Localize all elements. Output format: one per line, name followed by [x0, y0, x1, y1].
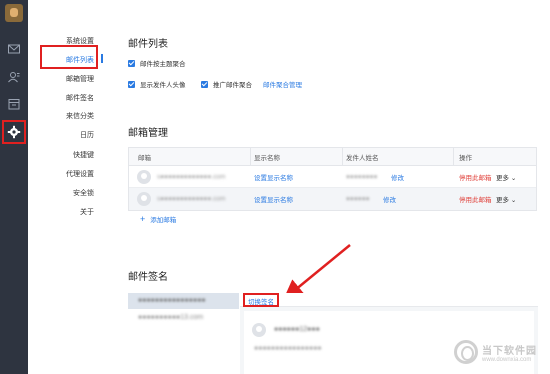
menu-item-mailbox-mgmt[interactable]: 邮箱管理 [66, 74, 94, 84]
avatar[interactable] [5, 4, 23, 22]
watermark: 当下软件园 www.downxia.com [454, 334, 546, 370]
edit-sender-link[interactable]: 修改 [391, 172, 404, 182]
row-sender-name: ●●●●●● [346, 195, 370, 203]
avatar [137, 170, 151, 184]
merge-by-subject-option[interactable]: 邮件按主题聚合 [128, 58, 186, 68]
promo-aggregation-label: 推广邮件聚合 [213, 82, 252, 89]
watermark-url: www.downxia.com [482, 356, 532, 363]
watermark-logo-icon [454, 340, 478, 364]
chevron-down-icon: ⌄ [510, 197, 517, 204]
signature-name: ●●●●●●12●●● [274, 326, 320, 333]
set-display-name-link[interactable]: 设置显示名称 [254, 194, 293, 204]
menu-item-security-lock[interactable]: 安全锁 [73, 188, 94, 198]
checkbox-checked-icon[interactable] [128, 80, 135, 88]
row-email: s●●●●●●●●●●●●●.com [157, 195, 226, 203]
merge-by-subject-label: 邮件按主题聚合 [140, 61, 186, 68]
table-header: 邮箱 显示名称 发件人姓名 操作 [129, 148, 536, 166]
set-display-name-link[interactable]: 设置显示名称 [254, 172, 293, 182]
menu-item-signature[interactable]: 邮件签名 [66, 93, 94, 103]
avatar [137, 192, 151, 206]
signature-line: ●●●●●●●●●●●●●●●● [254, 345, 322, 352]
chevron-down-icon: ⌄ [510, 174, 517, 182]
col-sender-name: 发件人姓名 [346, 154, 379, 162]
signature-list-item[interactable]: ●●●●●●●●●●13.com [138, 314, 203, 321]
highlight-box-switch-signature [243, 293, 279, 307]
show-sender-avatar-label: 显示发件人头像 [140, 82, 186, 89]
more-dropdown[interactable]: 更多 ⌄ [496, 194, 516, 204]
mailbox-table: 邮箱 显示名称 发件人姓名 操作 s●●●●●●●●●●●●●.com 设置显示… [128, 147, 537, 211]
col-display-name: 显示名称 [254, 154, 280, 162]
signature-title: 邮件签名 [128, 272, 168, 283]
checkbox-checked-icon[interactable] [128, 59, 135, 67]
more-dropdown[interactable]: 更多 ⌄ [496, 172, 516, 182]
table-row: s●●●●●●●●●●●●●.com 设置显示名称 ●●●●●● 修改 停用此邮… [129, 188, 536, 210]
menu-item-about[interactable]: 关于 [80, 207, 94, 217]
menu-item-mail-category[interactable]: 来信分类 [66, 111, 94, 121]
highlight-box-mail-list [40, 45, 98, 69]
calendar-icon[interactable] [7, 97, 21, 111]
row-email: s●●●●●●●●●●●●●.com [157, 173, 226, 180]
disable-mailbox-link[interactable]: 停用此邮箱 [459, 172, 492, 182]
signature-list: ●●●●●●●●●●●●●●●● ●●●●●●●●●●13.com [128, 293, 239, 374]
mailbox-mgmt-title: 邮箱管理 [128, 128, 168, 139]
avatar [252, 323, 266, 337]
add-mailbox-button[interactable]: + 添加邮箱 [140, 214, 176, 224]
contacts-icon[interactable] [7, 70, 21, 84]
mail-icon[interactable] [7, 42, 21, 56]
promo-aggregation-option[interactable]: 推广邮件聚合 邮件聚合管理 [201, 79, 302, 89]
col-actions: 操作 [459, 154, 472, 162]
highlight-box-gear [2, 120, 26, 144]
menu-item-proxy[interactable]: 代理设置 [66, 169, 94, 179]
checkbox-checked-icon[interactable] [201, 80, 208, 88]
mail-list-title: 邮件列表 [128, 39, 168, 50]
manage-aggregation-link[interactable]: 邮件聚合管理 [263, 79, 302, 89]
col-email: 邮箱 [138, 154, 151, 162]
plus-icon: + [140, 214, 146, 224]
signature-list-item-selected[interactable]: ●●●●●●●●●●●●●●●● [128, 293, 239, 309]
menu-active-indicator [101, 54, 103, 63]
menu-item-calendar[interactable]: 日历 [80, 130, 94, 140]
app-rail [0, 0, 28, 374]
menu-item-shortcuts[interactable]: 快捷键 [73, 150, 94, 160]
watermark-brand: 当下软件园 [482, 345, 537, 357]
add-mailbox-label: 添加邮箱 [150, 217, 177, 224]
edit-sender-link[interactable]: 修改 [383, 194, 396, 204]
signature-toolbar: 切换签名 [240, 293, 538, 307]
row-sender-name: ●●●●●●●● [346, 173, 378, 180]
table-row: s●●●●●●●●●●●●●.com 设置显示名称 ●●●●●●●● 修改 停用… [129, 166, 536, 188]
disable-mailbox-link[interactable]: 停用此邮箱 [459, 194, 492, 204]
show-sender-avatar-option[interactable]: 显示发件人头像 [128, 79, 186, 89]
